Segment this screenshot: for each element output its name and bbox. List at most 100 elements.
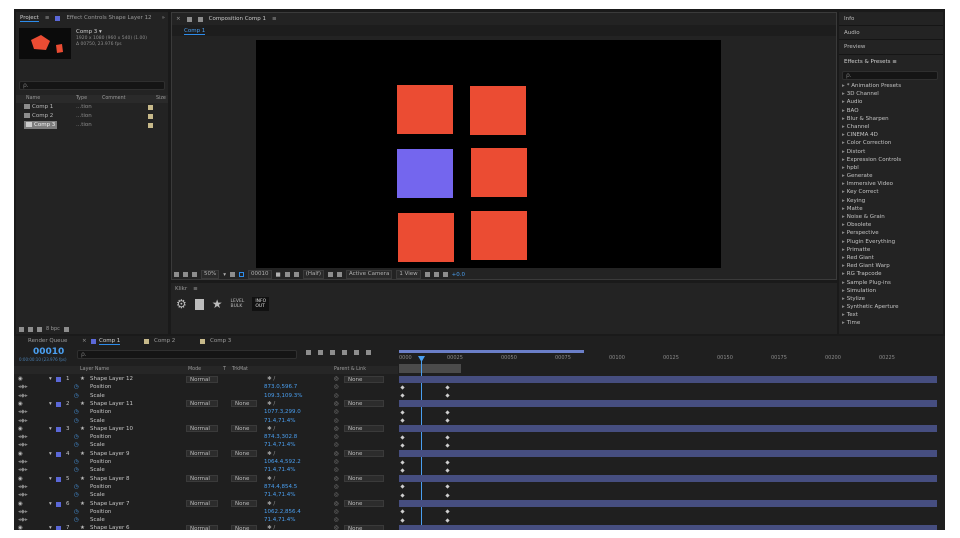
work-area-bar[interactable] (399, 350, 584, 353)
effects-category[interactable]: ▸ Sample Plug-ins (842, 279, 942, 287)
effects-search-input[interactable]: ρ. (842, 71, 938, 80)
parent-dropdown[interactable]: None (344, 524, 384, 530)
property-value[interactable]: 874.4,854.5 (264, 483, 297, 491)
keyframe[interactable] (445, 484, 450, 490)
expression-icon[interactable]: ◎ (334, 491, 339, 499)
reset-exposure-icon[interactable] (433, 272, 439, 277)
property-value[interactable]: 71.4,71.4% (264, 491, 295, 499)
effects-category[interactable]: ▸ Keying (842, 197, 942, 205)
property-value[interactable]: 1062.2,856.4 (264, 508, 301, 516)
keyframe[interactable] (445, 443, 450, 448)
stopwatch-icon[interactable]: ◷ (74, 441, 79, 449)
keyframe-nav-icon[interactable]: ◂◆▸ (18, 433, 28, 441)
effects-category[interactable]: ▸ RG Trapcode (842, 270, 942, 278)
motion-blur-icon[interactable] (354, 350, 359, 355)
timeline-search-input[interactable]: ρ. (77, 350, 297, 359)
keyframe[interactable] (400, 443, 405, 448)
label-color-icon[interactable] (148, 114, 153, 119)
label-color-icon[interactable] (56, 377, 61, 382)
keyframe[interactable] (400, 410, 405, 415)
tab-comp-2[interactable]: Comp 2 (154, 338, 175, 344)
expression-icon[interactable]: ◎ (334, 458, 339, 466)
expression-icon[interactable]: ◎ (334, 417, 339, 425)
layer-row[interactable]: ◉ ▾ 3 ★ Shape Layer 10 Normal None ✱ / ◎ None (14, 425, 398, 433)
effects-category[interactable]: ▸ Generate (842, 172, 942, 180)
col-trkmat[interactable]: TrkMat (232, 367, 248, 372)
trkmat-dropdown[interactable]: None (231, 500, 257, 507)
comp-name[interactable]: Comp 3 ▾ (76, 29, 102, 35)
title-safe-icon[interactable] (230, 272, 235, 277)
keyframe[interactable] (400, 418, 405, 423)
red-square[interactable] (471, 148, 527, 197)
label-color-icon[interactable] (56, 501, 61, 507)
effects-category[interactable]: ▸ Matte (842, 205, 942, 213)
effects-category[interactable]: ▸ Expression Controls (842, 156, 942, 164)
col-t[interactable]: T (223, 367, 226, 372)
scale-property[interactable]: ◂◆▸ ◷ Scale 71.4,71.4% ◎ (14, 441, 398, 449)
effects-category[interactable]: ▸ Red Giant (842, 254, 942, 262)
lock-icon[interactable] (186, 16, 192, 22)
close-icon[interactable]: × (176, 16, 181, 22)
layer-name[interactable]: Shape Layer 10 (90, 425, 133, 433)
mode-dropdown[interactable]: Normal (186, 450, 218, 458)
trkmat-dropdown[interactable]: None (231, 475, 257, 483)
col-type[interactable]: Type (76, 96, 87, 101)
purple-square[interactable] (397, 149, 453, 198)
effects-category[interactable]: ▸ CINEMA 4D (842, 131, 942, 139)
effects-category[interactable]: ▸ Audio (842, 98, 942, 106)
layer-duration-bar[interactable] (399, 475, 937, 483)
label-color-icon[interactable] (148, 105, 153, 110)
effects-category[interactable]: ▸ Red Giant Warp (842, 262, 942, 270)
property-value[interactable]: 873.0,596.7 (264, 383, 297, 391)
pickwhip-icon[interactable]: ◎ (334, 375, 339, 383)
position-property[interactable]: ◂◆▸ ◷ Position 1077.3,299.0 ◎ (14, 408, 398, 416)
mask-visibility-icon[interactable] (183, 272, 188, 277)
draft-3d-icon[interactable] (318, 350, 323, 355)
expression-icon[interactable]: ◎ (334, 433, 339, 441)
keyframe-nav-icon[interactable]: ◂◆▸ (18, 383, 28, 391)
expression-icon[interactable]: ◎ (334, 408, 339, 416)
layer-name[interactable]: Shape Layer 9 (90, 450, 130, 458)
close-icon[interactable]: × (82, 338, 87, 344)
parent-dropdown[interactable]: None (344, 425, 384, 433)
visibility-eye-icon[interactable]: ◉ (18, 400, 23, 408)
label-color-icon[interactable] (148, 123, 153, 128)
effects-category[interactable]: ▸ Immersive Video (842, 180, 942, 188)
layer-duration-bar[interactable] (399, 425, 937, 433)
keyframe-nav-icon[interactable]: ◂◆▸ (18, 441, 28, 449)
mode-dropdown[interactable]: Normal (186, 500, 218, 507)
position-property[interactable]: ◂◆▸ ◷ Position 873.0,596.7 ◎ (14, 383, 398, 391)
position-property[interactable]: ◂◆▸ ◷ Position 1062.2,856.4 ◎ (14, 508, 398, 516)
label-color-icon[interactable] (56, 476, 61, 482)
visibility-eye-icon[interactable]: ◉ (18, 450, 23, 458)
show-channel-icon[interactable] (284, 272, 290, 277)
panel-menu-icon[interactable]: ≡ (272, 16, 277, 22)
effects-category[interactable]: ▸ Plugin Everything (842, 238, 942, 246)
property-value[interactable]: 71.4,71.4% (264, 417, 295, 425)
keyframe[interactable] (400, 493, 405, 498)
red-square[interactable] (397, 85, 453, 134)
scale-property[interactable]: ◂◆▸ ◷ Scale 71.4,71.4% ◎ (14, 466, 398, 474)
mode-dropdown[interactable]: Normal (186, 475, 218, 483)
preview-panel-tab[interactable]: Preview (844, 44, 865, 50)
parent-dropdown[interactable]: None (344, 500, 384, 507)
stopwatch-icon[interactable]: ◷ (74, 383, 79, 391)
parent-dropdown[interactable]: None (344, 450, 384, 458)
layer-name[interactable]: Shape Layer 6 (90, 524, 130, 530)
effects-category[interactable]: ▸ Blur & Sharpen (842, 115, 942, 123)
comp-canvas[interactable] (256, 40, 721, 268)
trkmat-dropdown[interactable]: None (231, 524, 257, 530)
pickwhip-icon[interactable]: ◎ (334, 450, 339, 458)
region-of-interest-icon[interactable] (239, 272, 244, 277)
panel-menu-icon[interactable]: ≡ (193, 286, 198, 292)
toggle-pixel-aspect-icon[interactable] (424, 272, 430, 277)
red-square[interactable] (470, 86, 526, 135)
layer-row[interactable]: ◉ ▾ 1 ★ Shape Layer 12 Normal ✱ / ◎ None (14, 375, 398, 383)
panel-menu-icon[interactable]: ≡ (892, 59, 897, 65)
property-value[interactable]: 1064.4,592.2 (264, 458, 301, 466)
keyframe-nav-icon[interactable]: ◂◆▸ (18, 516, 28, 524)
col-size[interactable]: Size (156, 96, 166, 101)
pickwhip-icon[interactable]: ◎ (334, 400, 339, 408)
shy-switch-icon[interactable]: ✱ / (267, 425, 275, 433)
parent-dropdown[interactable]: None (344, 400, 384, 408)
